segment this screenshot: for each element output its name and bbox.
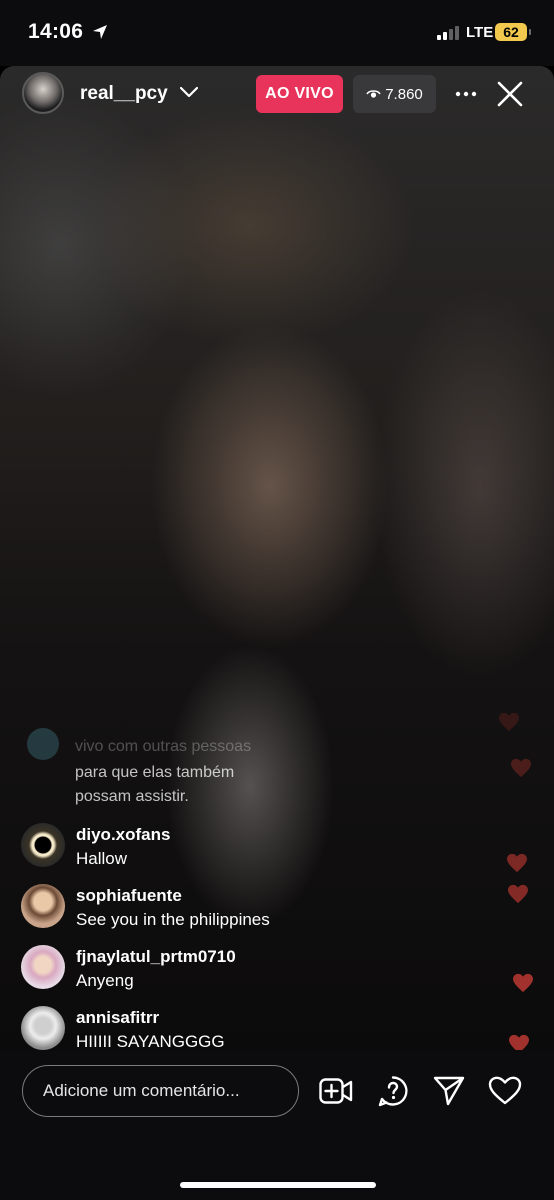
heart-reaction-icon xyxy=(511,758,531,778)
question-icon xyxy=(378,1076,408,1107)
heart-reaction-icon xyxy=(499,712,519,732)
viewer-count: 7.860 xyxy=(385,85,423,103)
comment-username[interactable]: sophiafuente xyxy=(76,886,182,906)
share-button[interactable] xyxy=(432,1074,466,1108)
cellular-signal-icon xyxy=(437,26,459,40)
comment-avatar[interactable] xyxy=(21,823,65,867)
heart-reaction-icon xyxy=(508,884,528,904)
chevron-down-icon[interactable] xyxy=(180,86,198,98)
system-message-icon xyxy=(27,728,59,760)
battery-indicator: 62 xyxy=(495,23,531,41)
viewer-count-badge[interactable]: 7.860 xyxy=(353,75,436,113)
comment-text: HIIIII SAYANGGGG xyxy=(76,1032,225,1051)
comment-avatar[interactable] xyxy=(21,1006,65,1050)
close-icon[interactable] xyxy=(497,81,523,107)
heart-reaction-icon xyxy=(513,973,533,993)
eye-icon xyxy=(366,90,381,98)
network-type: LTE xyxy=(466,24,494,41)
question-button[interactable] xyxy=(376,1074,410,1108)
comment-avatar[interactable] xyxy=(21,945,65,989)
system-message-line: possam assistir. xyxy=(75,788,189,805)
live-badge: AO VIVO xyxy=(256,75,343,113)
comment-input[interactable] xyxy=(22,1065,299,1117)
comment-text: Anyeng xyxy=(76,971,134,990)
heart-icon xyxy=(488,1076,522,1105)
system-message-line: vivo com outras pessoas xyxy=(75,738,252,755)
status-time: 14:06 xyxy=(28,20,84,43)
comment-item[interactable]: fjnaylatul_prtm0710 Anyeng xyxy=(0,945,554,1001)
comment-avatar[interactable] xyxy=(21,884,65,928)
send-icon xyxy=(433,1076,465,1106)
like-button[interactable] xyxy=(488,1074,522,1108)
comment-item[interactable]: diyo.xofans Hallow xyxy=(0,823,554,879)
comment-item[interactable]: sophiafuente See you in the philippines xyxy=(0,884,554,940)
add-video-button[interactable] xyxy=(319,1074,353,1108)
home-indicator xyxy=(180,1182,376,1188)
status-bar: 14:06 LTE 62 xyxy=(0,0,554,66)
comment-text: Hallow xyxy=(76,849,128,868)
location-arrow-icon xyxy=(93,25,107,39)
more-icon[interactable] xyxy=(454,82,478,106)
comment-username[interactable]: annisafitrr xyxy=(76,1008,159,1028)
host-avatar[interactable] xyxy=(22,72,64,114)
comment-text: See you in the philippines xyxy=(76,910,270,929)
comment-username[interactable]: diyo.xofans xyxy=(76,825,170,845)
comment-username[interactable]: fjnaylatul_prtm0710 xyxy=(76,947,236,967)
heart-reaction-icon xyxy=(507,853,527,873)
system-message-line: para que elas também xyxy=(75,764,235,781)
host-username[interactable]: real__pcy xyxy=(80,83,168,105)
add-video-icon xyxy=(319,1078,353,1104)
